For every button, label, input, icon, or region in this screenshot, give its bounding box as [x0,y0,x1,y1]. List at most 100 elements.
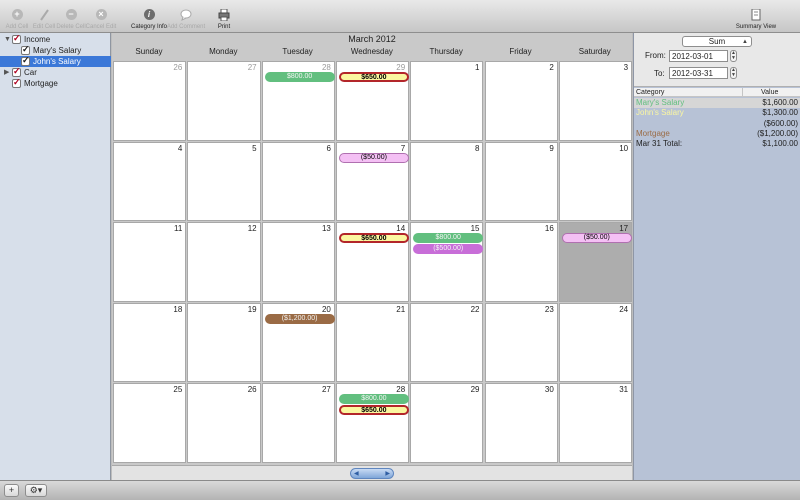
calendar-day-cell[interactable]: 10 [558,141,633,221]
summary-view-button[interactable]: Summary View [734,8,778,30]
calendar-day-cell[interactable]: 14 $650.00 [335,222,410,302]
calendar-day-cell[interactable]: 8 [410,141,484,221]
select-arrows-icon: ▲ [742,39,748,45]
category-checkbox[interactable] [21,55,30,66]
calendar-day-cell[interactable]: 12 [187,222,261,302]
calendar-day-cell[interactable]: 11 [113,222,187,302]
day-number: 14 [396,224,406,233]
day-number: 9 [549,143,554,153]
calendar-day-cell[interactable]: 26 [113,61,187,141]
cancel-edit-button[interactable]: × Cancel Edit [79,9,123,30]
horizontal-scrollbar[interactable]: ◀ ▶ [112,465,632,480]
weekday-thursday: Thursday [429,47,463,56]
calendar-day-cell[interactable]: 3 [558,61,633,141]
calendar-day-cell[interactable]: 21 [335,302,410,382]
day-number: 28 [321,63,331,72]
calendar-day-cell[interactable]: 25 [113,383,187,463]
from-date-stepper[interactable]: ▲ ▼ [730,50,737,62]
day-number: 12 [247,224,257,233]
transaction-event[interactable]: $800.00 [338,394,409,404]
day-number: 10 [619,143,629,153]
summary-row[interactable]: John's Salary $1,300.00 [634,108,800,118]
summary-mode-select[interactable]: Sum ▲ [682,36,752,47]
calendar-day-cell[interactable]: 19 [187,302,261,382]
calendar-day-cell[interactable]: 30 [484,383,558,463]
calendar-day-cell[interactable]: 17 ($50.00) [558,222,633,302]
calendar-day-cell[interactable]: 18 [113,302,187,382]
transaction-event[interactable]: $650.00 [338,233,409,243]
summary-category: Mar 31 Total: [636,139,683,149]
disclosure-open-icon[interactable]: ▼ [4,34,11,45]
day-number: 17 [619,224,629,233]
category-checkbox[interactable] [12,66,21,77]
summary-table-header: Category Value [634,88,800,97]
summary-row[interactable]: Mary's Salary $1,600.00 [634,98,800,108]
day-number: 24 [619,304,629,314]
transaction-event[interactable]: ($1,200.00) [264,313,335,324]
add-category-button[interactable]: + [4,484,19,497]
to-label: To: [654,69,665,78]
calendar-day-cell[interactable]: 9 [484,141,558,221]
calendar-day-cell[interactable]: 7 ($50.00) [335,141,410,221]
gear-icon: ⚙▾ [29,485,43,495]
calendar-day-cell[interactable]: 13 [261,222,335,302]
calendar-day-cell[interactable]: 28 $800.00 $650.00 [335,383,410,463]
calendar-day-cell[interactable]: 28 $800.00 [261,61,335,141]
calendar-day-cell[interactable]: 27 [187,61,261,141]
scroll-left-arrow-icon[interactable]: ◀ [354,470,359,477]
calendar-day-cell[interactable]: 5 [187,141,261,221]
action-menu-button[interactable]: ⚙▾ [25,484,47,497]
calendar-day-cell[interactable]: 22 [410,302,484,382]
transaction-event[interactable]: ($50.00) [561,233,632,243]
to-date-stepper[interactable]: ▲ ▼ [730,67,737,79]
calendar-day-cell[interactable]: 2 [484,61,558,141]
calendar-day-cell[interactable]: 15 $800.00 ($500.00) [410,222,484,302]
calendar-day-cell[interactable]: 31 [558,383,633,463]
category-checkbox[interactable] [21,44,30,55]
day-number: 4 [177,143,183,153]
sidebar-item-mary-s-salary[interactable]: Mary's Salary [0,44,111,56]
column-header-category[interactable]: Category [636,88,664,97]
printer-icon [218,8,230,22]
calendar-day-cell[interactable]: 27 [261,383,335,463]
transaction-event[interactable]: $650.00 [338,405,409,415]
scroll-thumb[interactable]: ◀ ▶ [350,468,394,479]
calendar-day-cell[interactable]: 29 $650.00 [335,61,410,141]
transaction-event[interactable]: ($500.00) [413,244,484,254]
scroll-right-arrow-icon[interactable]: ▶ [385,470,390,477]
day-number: 2 [549,63,554,72]
sidebar-item-income[interactable]: ▼Income [0,33,111,45]
from-date-field[interactable]: 2012-03-01 [669,50,728,62]
weekday-wednesday: Wednesday [350,47,393,56]
transaction-event[interactable]: $800.00 [264,72,335,82]
day-number: 29 [396,63,406,72]
calendar-day-cell[interactable]: 1 [410,61,484,141]
calendar-day-cell[interactable]: 16 [484,222,558,302]
calendar-day-cell[interactable]: 24 [558,302,633,382]
transaction-event[interactable]: $800.00 [413,233,484,243]
day-number: 28 [396,385,406,394]
summary-row[interactable]: Mortgage ($1,200.00) [634,129,800,139]
calendar-day-cell[interactable]: 29 [410,383,484,463]
category-checkbox[interactable] [12,33,21,44]
day-number: 13 [321,224,331,233]
sidebar-item-mortgage[interactable]: Mortgage [0,77,111,89]
transaction-event[interactable]: ($50.00) [338,152,409,163]
calendar-day-cell[interactable]: 20 ($1,200.00) [261,302,335,382]
calendar-day-cell[interactable]: 4 [113,141,187,221]
column-header-value[interactable]: Value [742,88,778,97]
calendar-day-cell[interactable]: 23 [484,302,558,382]
disclosure-closed-icon[interactable]: ▶ [4,67,9,78]
summary-row[interactable]: ($600.00) [634,119,800,129]
category-checkbox[interactable] [12,77,21,88]
calendar-day-cell[interactable]: 26 [187,383,261,463]
calendar-day-cell[interactable]: 6 [261,141,335,221]
summary-row[interactable]: Mar 31 Total: $1,100.00 [634,139,800,149]
transaction-event[interactable]: $650.00 [338,72,409,82]
minus-circle-icon: − [65,9,77,21]
day-number: 19 [247,304,257,314]
summary-mode-value: Sum [708,37,726,46]
to-date-field[interactable]: 2012-03-31 [669,67,728,79]
print-button[interactable]: Print [202,8,246,30]
day-number: 31 [619,385,629,394]
